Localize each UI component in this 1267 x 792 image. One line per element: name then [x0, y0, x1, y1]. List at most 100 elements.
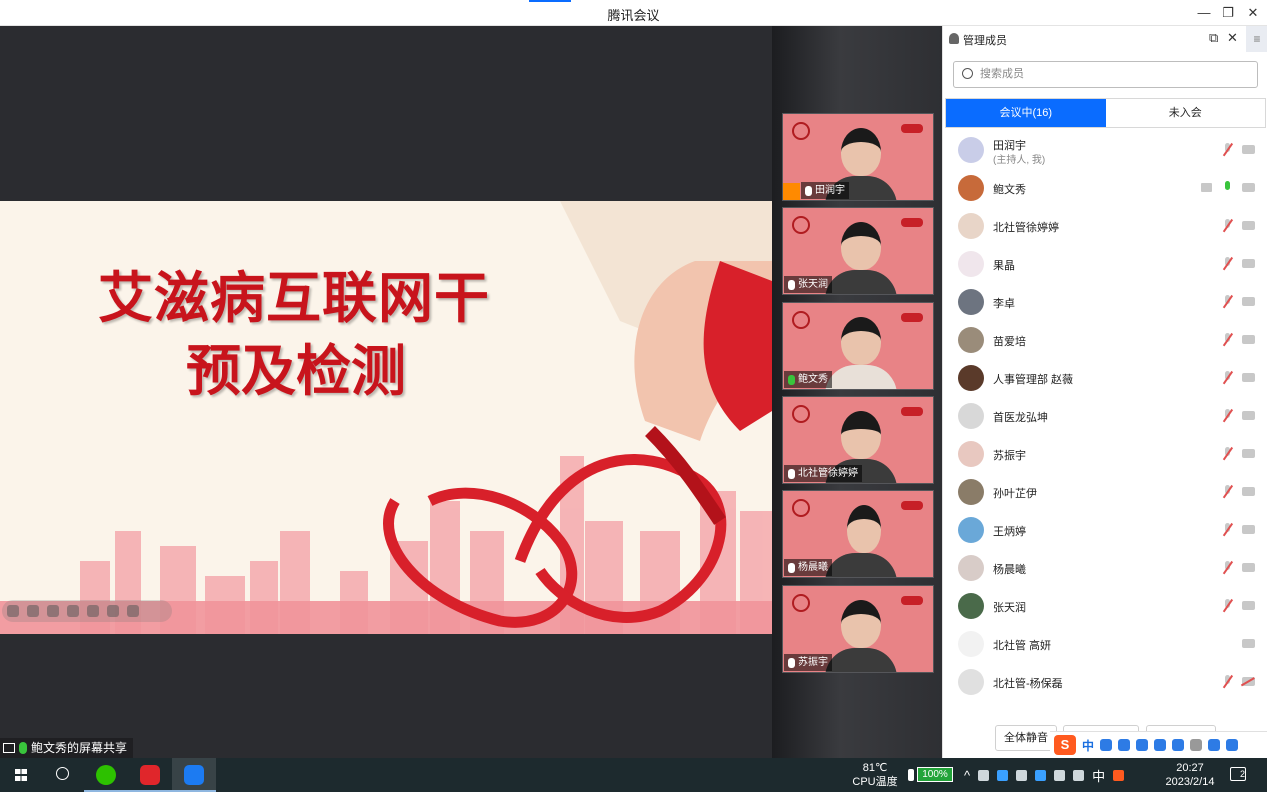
- camera-icon[interactable]: [1242, 563, 1255, 572]
- voice-icon[interactable]: [1154, 739, 1167, 751]
- clock[interactable]: 20:27 2023/2/14: [1158, 761, 1222, 789]
- video-tile[interactable]: 杨晨曦: [782, 490, 934, 578]
- moon-icon[interactable]: [1100, 739, 1113, 751]
- chevron-up-icon[interactable]: ^: [964, 768, 970, 783]
- ime-indicator[interactable]: 中: [1092, 766, 1105, 785]
- video-tile[interactable]: 田润宇: [782, 113, 934, 201]
- emoji-icon[interactable]: [1136, 739, 1149, 751]
- mic-muted-icon[interactable]: [1223, 143, 1232, 156]
- bluetooth-icon[interactable]: [1035, 770, 1047, 781]
- start-button[interactable]: [0, 758, 44, 792]
- mic-muted-icon[interactable]: [1223, 295, 1232, 308]
- battery-level: 100%: [917, 767, 953, 782]
- camera-off-icon[interactable]: [1242, 677, 1255, 686]
- chat-icon[interactable]: [107, 605, 119, 617]
- undo-icon[interactable]: [7, 605, 19, 617]
- member-row[interactable]: 王炳婷: [943, 511, 1267, 549]
- camera-icon[interactable]: [1242, 487, 1255, 496]
- wps-app[interactable]: [128, 758, 172, 792]
- battery-indicator[interactable]: 100%: [908, 767, 953, 782]
- mic-muted-icon[interactable]: [1223, 409, 1232, 422]
- member-row[interactable]: 北社管-杨保磊: [943, 663, 1267, 701]
- mic-live-icon[interactable]: [1223, 181, 1232, 194]
- camera-icon[interactable]: [1242, 183, 1255, 192]
- video-icon[interactable]: [87, 605, 99, 617]
- member-row[interactable]: 北社管 高妍: [943, 625, 1267, 663]
- tencent-meeting-app[interactable]: [172, 758, 216, 792]
- volume-icon[interactable]: [1073, 770, 1085, 781]
- more-icon[interactable]: [127, 605, 139, 617]
- ime-mode[interactable]: 中: [1082, 737, 1094, 754]
- member-row[interactable]: 苗爱培: [943, 321, 1267, 359]
- mic-muted-icon[interactable]: [1223, 599, 1232, 612]
- member-row[interactable]: 李卓: [943, 283, 1267, 321]
- mic-muted-icon[interactable]: [1223, 257, 1232, 270]
- member-row[interactable]: 张天润: [943, 587, 1267, 625]
- notification-icon[interactable]: 2: [1230, 767, 1246, 781]
- close-panel-icon[interactable]: ✕: [1227, 30, 1238, 46]
- screenshot-icon[interactable]: [67, 605, 79, 617]
- camera-icon[interactable]: [1242, 373, 1255, 382]
- mic-muted-icon[interactable]: [1223, 371, 1232, 384]
- close-icon[interactable]: ✕: [1242, 2, 1264, 24]
- keyboard-icon[interactable]: [1172, 739, 1185, 751]
- ime-toolbar[interactable]: S 中: [1050, 731, 1267, 758]
- toolbox-icon[interactable]: [1226, 739, 1239, 751]
- tab-in-meeting[interactable]: 会议中(16): [946, 99, 1106, 127]
- camera-icon[interactable]: [1242, 411, 1255, 420]
- member-row[interactable]: 苏振宇: [943, 435, 1267, 473]
- punctuation-icon[interactable]: [1118, 739, 1131, 751]
- annotation-toolbar[interactable]: [2, 600, 172, 622]
- video-tile[interactable]: 张天润: [782, 207, 934, 295]
- camera-icon[interactable]: [1242, 221, 1255, 230]
- camera-icon[interactable]: [1242, 601, 1255, 610]
- member-row[interactable]: 人事管理部 赵薇: [943, 359, 1267, 397]
- sogou-logo-icon[interactable]: S: [1054, 735, 1076, 755]
- member-row[interactable]: 果晶: [943, 245, 1267, 283]
- cpu-temperature[interactable]: 81℃ CPU温度: [848, 761, 902, 789]
- redo-icon[interactable]: [27, 605, 39, 617]
- video-tile[interactable]: 鲍文秀: [782, 302, 934, 390]
- mic-muted-icon[interactable]: [1223, 523, 1232, 536]
- member-row[interactable]: 鲍文秀: [943, 169, 1267, 207]
- pen-icon[interactable]: [47, 605, 59, 617]
- wifi-icon[interactable]: [1054, 770, 1066, 781]
- member-row[interactable]: 首医龙弘坤: [943, 397, 1267, 435]
- mic-muted-icon[interactable]: [1223, 447, 1232, 460]
- mic-muted-icon[interactable]: [1223, 333, 1232, 346]
- app-tray-icon[interactable]: [997, 770, 1009, 781]
- popout-icon[interactable]: ⧉: [1209, 30, 1218, 46]
- camera-icon[interactable]: [1242, 449, 1255, 458]
- minimize-icon[interactable]: —: [1193, 2, 1215, 24]
- mic-muted-icon[interactable]: [1223, 219, 1232, 232]
- usb-icon[interactable]: [978, 770, 990, 781]
- search-button[interactable]: [42, 758, 86, 792]
- menu-icon[interactable]: ≡: [1246, 26, 1267, 52]
- drive-icon[interactable]: [1016, 770, 1028, 781]
- camera-icon[interactable]: [1242, 639, 1255, 648]
- member-row[interactable]: 孙叶芷伊: [943, 473, 1267, 511]
- tab-not-joined[interactable]: 未入会: [1106, 99, 1266, 127]
- skin-icon[interactable]: [1208, 739, 1221, 751]
- camera-icon[interactable]: [1242, 259, 1255, 268]
- camera-icon[interactable]: [1242, 145, 1255, 154]
- mic-muted-icon[interactable]: [1223, 675, 1232, 688]
- mute-all-button[interactable]: 全体静音: [995, 725, 1057, 751]
- video-tile[interactable]: 北社管徐婷婷: [782, 396, 934, 484]
- member-search-input[interactable]: 搜索成员: [953, 61, 1258, 88]
- user-icon[interactable]: [1190, 739, 1203, 751]
- member-row[interactable]: 北社管徐婷婷: [943, 207, 1267, 245]
- camera-icon[interactable]: [1242, 525, 1255, 534]
- member-row[interactable]: 杨晨曦: [943, 549, 1267, 587]
- sogou-tray-icon[interactable]: [1113, 770, 1125, 781]
- camera-icon[interactable]: [1242, 335, 1255, 344]
- shared-screen-stage[interactable]: 艾滋病互联网干 预及检测 鲍文秀的屏幕共享: [0, 26, 772, 758]
- video-tile[interactable]: 苏振宇: [782, 585, 934, 673]
- mic-muted-icon[interactable]: [1223, 485, 1232, 498]
- camera-icon[interactable]: [1242, 297, 1255, 306]
- restore-icon[interactable]: ❐: [1217, 2, 1239, 24]
- search-icon: [56, 767, 69, 780]
- wechat-app[interactable]: [84, 758, 128, 792]
- member-row[interactable]: 田润宇 (主持人, 我): [943, 131, 1267, 169]
- mic-muted-icon[interactable]: [1223, 561, 1232, 574]
